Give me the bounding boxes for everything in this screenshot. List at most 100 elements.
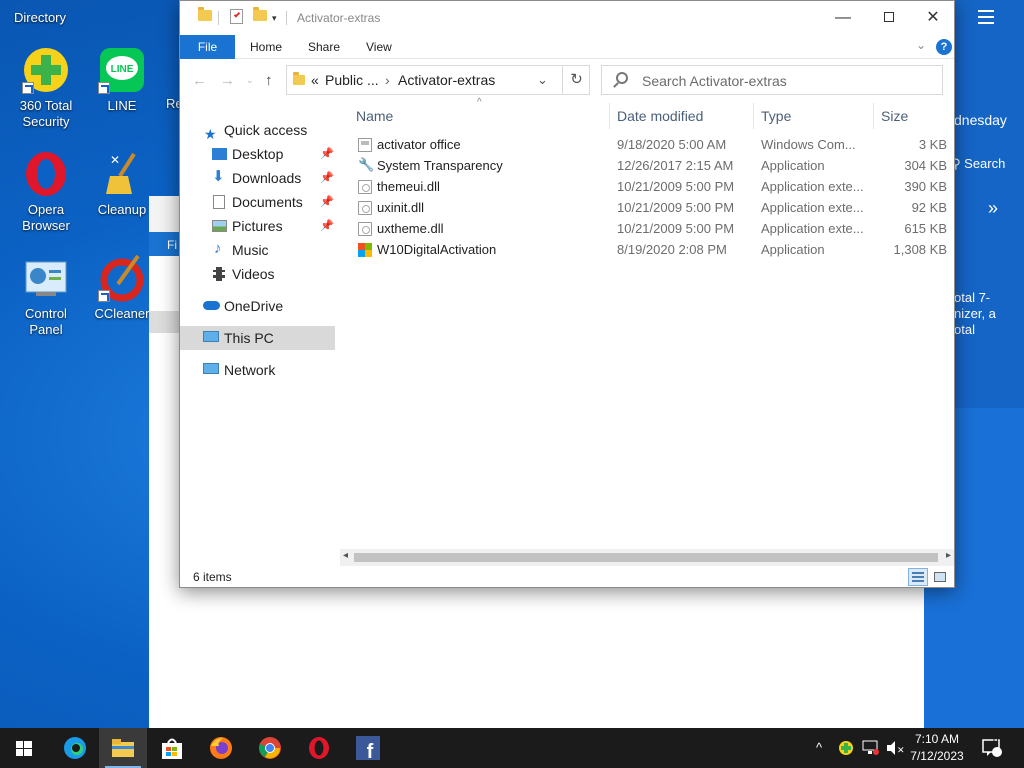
close-button[interactable]: ✕ [910, 1, 956, 35]
scroll-right-icon[interactable]: ▸ [946, 550, 951, 561]
videos-icon [213, 267, 225, 281]
nav-quick-access[interactable]: ★ Quick access [180, 118, 340, 142]
taskbar-chrome[interactable] [246, 728, 294, 768]
file-type: Application exte... [761, 200, 864, 215]
security-tray-icon[interactable] [838, 728, 854, 768]
file-date: 10/21/2009 5:00 PM [617, 200, 735, 215]
taskbar-store[interactable] [148, 728, 196, 768]
column-header-type[interactable]: Type [761, 103, 791, 129]
help-button[interactable]: ? [936, 39, 952, 55]
pictures-icon [212, 220, 227, 232]
desktop-icon-label: Control Panel [25, 306, 67, 337]
scroll-left-icon[interactable]: ◂ [343, 550, 348, 561]
tab-file[interactable]: File [180, 35, 235, 59]
file-row[interactable]: themeui.dll 10/21/2009 5:00 PM Applicati… [354, 176, 954, 197]
nav-this-pc[interactable]: This PC [180, 326, 335, 350]
breadcrumb-activator-extras[interactable]: Activator-extras [398, 72, 495, 88]
pin-icon[interactable]: 📌 [320, 166, 334, 190]
file-name: System Transparency [377, 158, 503, 173]
file-row[interactable]: uxtheme.dll 10/21/2009 5:00 PM Applicati… [354, 218, 954, 239]
status-bar: 6 items [180, 567, 954, 587]
chrome-icon [258, 736, 282, 760]
taskbar-edge[interactable] [51, 728, 99, 768]
nav-documents[interactable]: Documents 📌 [180, 190, 340, 214]
column-header-date[interactable]: Date modified [617, 103, 703, 129]
desktop-icon-opera[interactable]: Opera Browser [6, 150, 86, 234]
search-box[interactable]: Search Activator-extras [601, 65, 943, 95]
nav-music[interactable]: ♪ Music [180, 238, 340, 262]
back-arrow-icon[interactable]: ← [192, 72, 207, 89]
minimize-button[interactable]: — [820, 1, 866, 35]
details-view-icon[interactable] [908, 568, 928, 586]
cloud-icon [203, 301, 220, 310]
new-folder-icon[interactable] [253, 7, 267, 21]
file-row[interactable]: activator office 9/18/2020 5:00 AM Windo… [354, 134, 954, 155]
network-tray-icon[interactable] [862, 728, 880, 768]
nav-downloads[interactable]: ⬇ Downloads 📌 [180, 166, 340, 190]
start-button[interactable] [0, 728, 48, 768]
taskbar-file-explorer[interactable] [99, 728, 147, 768]
panel-search-text[interactable]: ⚲ Search [951, 156, 1005, 172]
control-panel-icon [22, 254, 70, 302]
notification-center-icon[interactable]: 8 [982, 728, 1012, 768]
nav-videos[interactable]: Videos [180, 262, 340, 286]
tab-share[interactable]: Share [308, 35, 340, 59]
store-icon [160, 736, 184, 760]
desktop-icon [212, 148, 227, 160]
file-size: 92 KB [911, 200, 947, 215]
tab-view[interactable]: View [366, 35, 392, 59]
taskbar-opera[interactable] [295, 728, 343, 768]
dll-file-icon [358, 222, 372, 236]
taskbar-facebook[interactable]: f [344, 728, 392, 768]
maximize-button[interactable] [866, 1, 912, 35]
desktop-icon-360-security[interactable]: 360 Total Security [6, 46, 86, 130]
file-row[interactable]: W10DigitalActivation 8/19/2020 2:08 PM A… [354, 239, 954, 260]
properties-icon[interactable] [230, 9, 243, 24]
firefox-icon [209, 736, 233, 760]
customize-quick-access-icon[interactable]: ▾ [272, 13, 277, 24]
pin-icon[interactable]: 📌 [320, 142, 334, 166]
file-row[interactable]: uxinit.dll 10/21/2009 5:00 PM Applicatio… [354, 197, 954, 218]
pin-icon[interactable]: 📌 [320, 214, 334, 238]
file-type: Application [761, 158, 825, 173]
column-header-size[interactable]: Size [881, 103, 908, 129]
breadcrumb-public[interactable]: Public ... [325, 72, 379, 88]
snippet-line: nizer, a [954, 306, 996, 321]
file-row[interactable]: 🔧 System Transparency 12/26/2017 2:15 AM… [354, 155, 954, 176]
recent-locations-icon[interactable]: ⌄ [246, 75, 254, 86]
breadcrumb-overflow[interactable]: « [311, 72, 319, 88]
address-dropdown-icon[interactable]: ⌄ [537, 72, 548, 88]
panel-snippet: otal 7- nizer, a otal [954, 290, 996, 338]
scrollbar-thumb[interactable] [354, 553, 938, 562]
hamburger-icon[interactable] [978, 10, 994, 24]
star-icon: ★ [204, 126, 217, 142]
column-header-name[interactable]: Name [356, 103, 393, 129]
search-placeholder: Search Activator-extras [642, 73, 787, 89]
refresh-icon[interactable]: ↻ [562, 65, 590, 95]
show-hidden-icons-icon[interactable]: ^ [816, 728, 822, 768]
nav-label: Quick access [224, 122, 308, 138]
forward-arrow-icon[interactable]: → [220, 72, 235, 89]
nav-network[interactable]: Network [180, 358, 340, 382]
clock[interactable]: 7:10 AM 7/12/2023 [902, 731, 972, 765]
file-size: 304 KB [904, 158, 947, 173]
horizontal-scrollbar[interactable]: ◂ ▸ [340, 549, 954, 566]
expand-ribbon-icon[interactable]: ⌄ [916, 38, 926, 52]
desktop-icon-control-panel[interactable]: Control Panel [6, 254, 86, 338]
double-chevron-icon[interactable]: » [988, 198, 998, 219]
up-arrow-icon[interactable]: ↑ [265, 72, 273, 89]
nav-desktop[interactable]: Desktop 📌 [180, 142, 340, 166]
taskbar-firefox[interactable] [197, 728, 245, 768]
music-note-icon: ♪ [214, 240, 222, 257]
address-bar[interactable]: « Public ... › Activator-extras ⌄ [286, 65, 590, 95]
tab-home[interactable]: Home [250, 35, 282, 59]
desktop-icon-line[interactable]: LINE LINE [82, 46, 162, 114]
nav-onedrive[interactable]: OneDrive [180, 294, 340, 318]
title-bar[interactable]: ▾ Activator-extras — ✕ [180, 1, 954, 35]
large-icons-view-icon[interactable] [930, 568, 950, 586]
nav-label: Music [232, 242, 269, 258]
pin-icon[interactable]: 📌 [320, 190, 334, 214]
window-title: Activator-extras [297, 11, 381, 25]
nav-label: Pictures [232, 218, 283, 234]
nav-pictures[interactable]: Pictures 📌 [180, 214, 340, 238]
